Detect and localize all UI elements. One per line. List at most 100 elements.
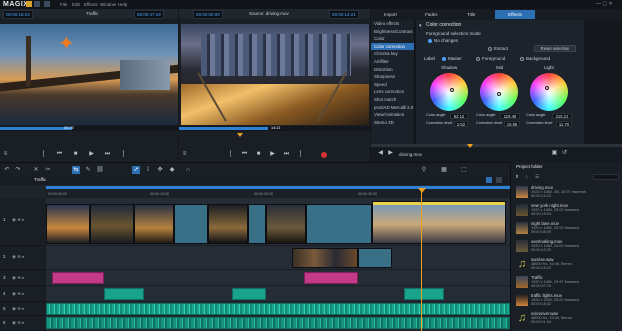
fx-item[interactable]: Stereo 3D [371, 119, 414, 127]
fx-item[interactable]: Shot match [371, 96, 414, 104]
grid-icon[interactable]: ▦ [440, 166, 448, 174]
track-controls-icon[interactable]: ◉ ⊕ ▸ [12, 320, 24, 326]
minimize-icon[interactable] [26, 1, 32, 7]
tab-title[interactable]: Title [467, 12, 475, 18]
fx-item[interactable]: Sharpness [371, 73, 414, 81]
fx-prev-button[interactable]: ◀ [377, 150, 384, 157]
mark-in-button[interactable]: [ [40, 151, 47, 158]
source-scrub-bar[interactable]: 00:29 [0, 126, 178, 131]
fx-item[interactable]: Chroma key [371, 50, 414, 58]
prog-prev-button[interactable]: ⏮ [241, 151, 248, 158]
mid-color-wheel[interactable] [480, 73, 518, 111]
fx-reset-icon[interactable]: ↺ [561, 150, 568, 157]
prog-mark-out-button[interactable]: ] [297, 151, 304, 158]
light-angle-input[interactable]: 215.21 [552, 113, 572, 119]
timeline-tab[interactable]: Traffic [34, 177, 46, 183]
link-icon[interactable]: ⛓ [96, 166, 104, 174]
fx-item[interactable]: Lens correction [371, 88, 414, 96]
mark-out-button[interactable]: ] [120, 151, 127, 158]
cut-icon[interactable]: ✂ [44, 166, 52, 174]
program-timecode-out[interactable]: 00:00:14:21 [329, 10, 359, 19]
track-lane-4[interactable] [46, 286, 510, 302]
track-controls-icon[interactable]: ◉ ⊕ ▸ [12, 254, 24, 260]
no-changes-radio[interactable] [428, 39, 432, 43]
stop-button[interactable]: ■ [72, 151, 79, 158]
timeline-view-icon[interactable] [496, 177, 502, 183]
video-clip[interactable] [174, 204, 208, 244]
title-clip[interactable] [52, 272, 104, 284]
extract-radio[interactable] [488, 47, 492, 51]
video-clip[interactable] [358, 248, 392, 268]
project-item[interactable]: night lane.mov 1920 x 1080, 25.00 frames… [513, 220, 621, 237]
fx-item[interactable]: Artifilter [371, 58, 414, 66]
undo-icon[interactable]: ↶ [3, 166, 11, 174]
menu-file[interactable]: File [60, 2, 67, 7]
collapse-icon[interactable]: ▾ [419, 23, 422, 29]
menu-window[interactable]: Window [100, 2, 116, 7]
project-item[interactable]: ♫ voiceover.wav 48000 Hz, 16 bit, Stereo… [513, 310, 621, 327]
track-header-4[interactable]: 4 ◉ ⊕ ▸ [0, 286, 46, 302]
window-controls[interactable]: — ▢ ✕ [596, 1, 618, 7]
source-timecode-out[interactable]: 00:00:47:19 [134, 10, 164, 19]
folder-up-icon[interactable]: ⬆ [515, 174, 519, 180]
shadow-level-input[interactable]: 2.52 [454, 121, 468, 127]
list-view-icon[interactable]: ☰ [535, 174, 539, 180]
audio-clip[interactable] [232, 288, 266, 300]
track-lane-3[interactable] [46, 270, 510, 286]
project-item[interactable]: overlooking.mov 1920 x 1080, 24.00 frame… [513, 238, 621, 255]
shadow-color-wheel[interactable] [430, 73, 468, 111]
fx-next-button[interactable]: ▶ [387, 150, 394, 157]
source-timecode-in[interactable]: 00:00:16:13 [3, 10, 33, 19]
tab-fades[interactable]: Fades [425, 12, 438, 18]
fx-item[interactable]: Brightness/Contrast [371, 28, 414, 36]
search-input[interactable] [593, 174, 619, 180]
program-scrub-bar[interactable]: 14:21 [179, 126, 370, 131]
program-menu-icon[interactable]: ≡ [181, 151, 188, 158]
project-item[interactable]: new york night.mov 1920 x 1080, 25.00 fr… [513, 202, 621, 219]
video-clip[interactable] [208, 204, 248, 244]
track-lane-2[interactable] [46, 246, 510, 270]
track-lane-1[interactable] [46, 198, 510, 246]
track-header-6[interactable]: 6 ◉ ⊕ ▸ [0, 316, 46, 331]
pointer-icon[interactable]: ➚ [132, 166, 140, 174]
track-controls-icon[interactable]: ◉ ⊕ ▸ [12, 306, 24, 312]
audio-clip[interactable] [404, 288, 444, 300]
mid-angle-input[interactable]: 119.49 [500, 113, 520, 119]
project-item[interactable]: driving.mov 1920 x 1080, 30i, 29.97 fram… [513, 184, 621, 201]
program-timecode-in[interactable]: 00:00:00:00 [193, 10, 223, 19]
prog-mark-in-button[interactable]: [ [227, 151, 234, 158]
video-clip[interactable] [306, 204, 372, 244]
video-clip[interactable] [248, 204, 266, 244]
video-clip[interactable] [46, 204, 90, 244]
effects-scrub[interactable] [371, 144, 622, 148]
mode-icon[interactable]: ⇆ [72, 166, 80, 174]
magnet-icon[interactable]: ∩ [184, 166, 192, 174]
fx-item[interactable]: Distortion [371, 66, 414, 74]
fx-item[interactable]: View/Animation [371, 111, 414, 119]
zoom-icon[interactable]: ⚲ [420, 166, 428, 174]
title-clip[interactable] [304, 272, 358, 284]
video-clip[interactable] [90, 204, 134, 244]
project-item[interactable]: traffic lights.mov 1920 x 1080, 25.00 fr… [513, 292, 621, 309]
fx-item[interactable]: Color [371, 35, 414, 43]
marker-icon[interactable]: ◆ [168, 166, 176, 174]
source-menu-icon[interactable]: ≡ [2, 151, 9, 158]
track-controls-icon[interactable]: ◉ ⊕ ▸ [12, 291, 24, 297]
track-header-3[interactable]: 3 ◉ ⊕ ▸ [0, 270, 46, 286]
light-color-wheel[interactable] [530, 73, 568, 111]
fx-item[interactable]: Speed [371, 81, 414, 89]
delete-icon[interactable]: ✕ [32, 166, 40, 174]
playhead-handle[interactable] [418, 188, 426, 193]
timeline-settings-icon[interactable] [486, 177, 492, 183]
prog-play-button[interactable]: ▶ [269, 151, 276, 158]
fx-item[interactable]: proDAD Mercalli 2.0 [371, 104, 414, 112]
tab-import[interactable]: Import [384, 12, 397, 18]
track-header-2[interactable]: 2 ◉ ⊕ ▸ [0, 246, 46, 270]
program-video-frame[interactable] [181, 24, 369, 125]
shadow-angle-input[interactable]: 52.12 [450, 113, 468, 119]
play-button[interactable]: ▶ [88, 151, 95, 158]
prog-next-button[interactable]: ⏭ [283, 151, 290, 158]
video-clip[interactable] [292, 248, 358, 268]
menu-effects[interactable]: Effects [84, 2, 98, 7]
audio-waveform-clip[interactable] [46, 303, 510, 315]
